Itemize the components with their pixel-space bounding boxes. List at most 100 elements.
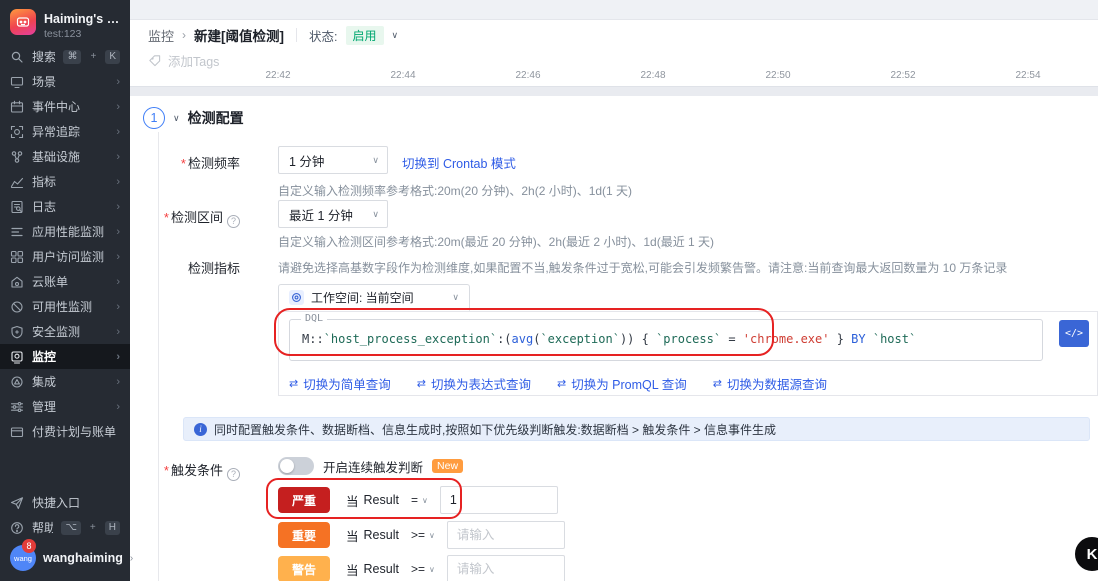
shortcut-key-k: K xyxy=(105,50,120,64)
top-strip xyxy=(130,0,1098,20)
workspace-selector-value: 工作空间: 当前空间 xyxy=(311,289,414,306)
threshold-input-important[interactable] xyxy=(447,521,565,549)
sidebar-item-manage[interactable]: 管理 › xyxy=(0,394,130,419)
metric-warning: 请避免选择高基数字段作为检测维度,如果配置不当,触发条件过于宽松,可能会引发频繁… xyxy=(278,259,1007,276)
tag-icon xyxy=(148,54,161,67)
tags-placeholder: 添加Tags xyxy=(168,51,219,70)
sidebar-item-quick-entry[interactable]: 快捷入口 xyxy=(0,490,130,515)
sidebar-item-label: 场景 xyxy=(32,73,108,90)
breadcrumb-monitoring[interactable]: 监控 xyxy=(148,26,174,45)
trigger-row-critical: 严重 当 Result =∨ xyxy=(278,486,558,514)
toggle-knob xyxy=(280,459,294,473)
crontab-mode-link[interactable]: 切换到 Crontab 模式 xyxy=(402,153,516,172)
switch-simple-query-link[interactable]: ⇄ 切换为简单查询 xyxy=(289,374,391,393)
sidebar-item-label: 帮助 xyxy=(32,519,53,536)
workspace-selector[interactable]: 工作空间: 当前空间 ∨ xyxy=(278,284,470,311)
sidebar-item-apm[interactable]: 应用性能监测 › xyxy=(0,219,130,244)
switch-expression-query-link[interactable]: ⇄切换为表达式查询 xyxy=(417,374,531,393)
page-title: 新建[阈值检测] xyxy=(194,25,284,45)
link-label: 切换为简单查询 xyxy=(303,374,391,393)
trigger-label-text: 触发条件 xyxy=(171,463,223,478)
sidebar-item-monitoring[interactable]: 监控 › xyxy=(0,344,130,369)
log-search-icon xyxy=(10,200,24,214)
result-label: Result xyxy=(364,562,399,576)
breadcrumb: 监控 › 新建[阈值检测] 状态: 启用 ∨ xyxy=(148,24,1098,46)
operator-value: = xyxy=(411,493,418,507)
status-badge[interactable]: 启用 xyxy=(346,26,384,45)
divider xyxy=(296,28,297,42)
axis-tick: 22:46 xyxy=(508,70,548,81)
tags-input[interactable]: 添加Tags xyxy=(148,50,219,70)
link-label: 切换为表达式查询 xyxy=(431,374,531,393)
status-label: 状态: xyxy=(309,26,337,45)
switch-datasource-query-link[interactable]: ⇄切换为数据源查询 xyxy=(713,374,827,393)
sidebar-item-label: 基础设施 xyxy=(32,148,108,165)
code-view-button[interactable]: </> xyxy=(1059,320,1089,347)
paper-plane-icon xyxy=(10,496,24,510)
metrics-chart-icon xyxy=(10,175,24,189)
crosshair-icon xyxy=(10,125,24,139)
frequency-label: 检测频率 xyxy=(140,153,240,172)
chevron-right-icon: › xyxy=(116,101,120,113)
threshold-input-warning[interactable] xyxy=(447,555,565,581)
sidebar-item-search[interactable]: 搜索 ⌘+K xyxy=(0,44,130,69)
interval-label: 检测区间? xyxy=(140,207,240,228)
workspace-header[interactable]: Haiming's work... test:123 xyxy=(0,0,130,44)
swap-icon: ⇄ xyxy=(289,377,298,390)
axis-tick: 22:50 xyxy=(758,70,798,81)
sidebar-item-label: 应用性能监测 xyxy=(32,223,108,240)
chevron-right-icon: › xyxy=(116,201,120,213)
workspace-meta: Haiming's work... test:123 xyxy=(44,9,120,42)
monitor-icon xyxy=(10,350,24,364)
threshold-input-critical[interactable] xyxy=(440,486,558,514)
help-circle-icon xyxy=(10,521,24,535)
sidebar-item-cloud-billing[interactable]: 云账单 › xyxy=(0,269,130,294)
sidebar-item-security[interactable]: 安全监测 › xyxy=(0,319,130,344)
billing-card-icon xyxy=(10,425,24,439)
user-menu[interactable]: wang 8 wanghaiming › xyxy=(0,543,130,573)
interval-hint: 自定义输入检测区间参考格式:20m(最近 20 分钟)、2h(最近 2 小时)、… xyxy=(278,233,714,250)
operator-value: >= xyxy=(411,562,425,576)
sidebar-item-help[interactable]: 帮助 ⌥+H xyxy=(0,515,130,540)
interval-value: 最近 1 分钟 xyxy=(289,205,353,224)
continuous-trigger-toggle[interactable] xyxy=(278,457,314,475)
sidebar-item-label: 事件中心 xyxy=(32,98,108,115)
severity-warning-button[interactable]: 警告 xyxy=(278,556,330,581)
sidebar-item-availability[interactable]: 可用性监测 › xyxy=(0,294,130,319)
sidebar-item-infrastructure[interactable]: 基础设施 › xyxy=(0,144,130,169)
dql-query-text[interactable]: M::`host_process_exception`:(avg(`except… xyxy=(302,332,916,346)
dql-editor[interactable]: DQL M::`host_process_exception`:(avg(`ex… xyxy=(289,319,1043,361)
when-label: 当 xyxy=(346,526,359,545)
sidebar-item-metrics[interactable]: 指标 › xyxy=(0,169,130,194)
question-icon[interactable]: ? xyxy=(227,215,240,228)
workspace-icon xyxy=(289,290,304,305)
sidebar-item-billing-plan[interactable]: 付费计划与账单 xyxy=(0,419,130,444)
section-header-config[interactable]: 1 ∨ 检测配置 xyxy=(143,107,244,129)
severity-important-button[interactable]: 重要 xyxy=(278,522,330,548)
sidebar-item-event-center[interactable]: 事件中心 › xyxy=(0,94,130,119)
sidebar-item-label: 快捷入口 xyxy=(32,494,120,511)
frequency-select[interactable]: 1 分钟 ∨ xyxy=(278,146,388,174)
severity-critical-button[interactable]: 严重 xyxy=(278,487,330,513)
sidebar-item-rum[interactable]: 用户访问监测 › xyxy=(0,244,130,269)
cloud-bill-icon xyxy=(10,275,24,289)
sidebar-item-tracing[interactable]: 异常追踪 › xyxy=(0,119,130,144)
chevron-down-icon[interactable]: ∨ xyxy=(392,30,399,41)
operator-select[interactable]: >=∨ xyxy=(411,528,435,542)
trigger-label: 触发条件? xyxy=(140,460,240,481)
new-badge: New xyxy=(432,459,463,473)
integration-icon xyxy=(10,375,24,389)
sidebar-item-logs[interactable]: 日志 › xyxy=(0,194,130,219)
sidebar-item-integration[interactable]: 集成 › xyxy=(0,369,130,394)
question-icon[interactable]: ? xyxy=(227,468,240,481)
operator-select[interactable]: >=∨ xyxy=(411,562,435,576)
sidebar-item-scene[interactable]: 场景 › xyxy=(0,69,130,94)
chevron-right-icon: › xyxy=(116,326,120,338)
chevron-right-icon: › xyxy=(116,301,120,313)
k-floating-widget[interactable]: K xyxy=(1073,535,1098,573)
switch-promql-query-link[interactable]: ⇄切换为 PromQL 查询 xyxy=(557,374,687,393)
toggle-label: 开启连续触发判断 xyxy=(323,457,423,476)
interval-select[interactable]: 最近 1 分钟 ∨ xyxy=(278,200,388,228)
operator-select[interactable]: =∨ xyxy=(411,493,428,507)
sidebar-menu: 搜索 ⌘+K 场景 › 事件中心 › 异常追踪 › 基础设施 › xyxy=(0,44,130,444)
